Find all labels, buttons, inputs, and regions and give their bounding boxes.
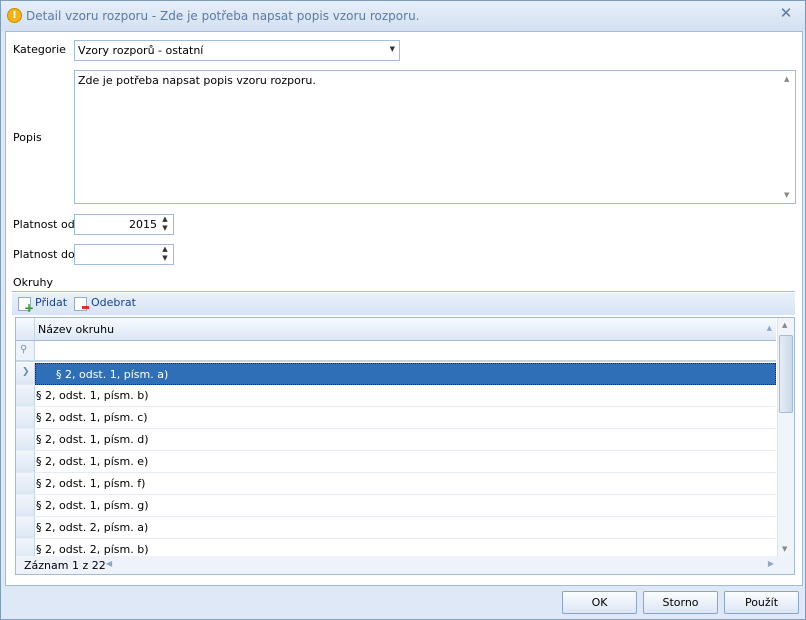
table-row[interactable]: § 2, odst. 1, písm. b) (16, 385, 776, 407)
scroll-right-icon[interactable]: ▶ (768, 559, 774, 568)
description-scrollbar[interactable]: ▲ ▼ (780, 71, 795, 203)
grid-rows: ❯ § 2, odst. 1, písm. a) § 2, odst. 1, pís… (16, 363, 776, 558)
warning-icon: ! (7, 8, 22, 23)
remove-label: Odebrat (91, 296, 136, 309)
category-label: Kategorie (13, 43, 66, 56)
spin-buttons[interactable]: ▲ ▼ (160, 215, 170, 234)
cancel-button[interactable]: Storno (643, 591, 718, 614)
filter-icon: ⚲ (20, 344, 28, 355)
apply-button[interactable]: Použít (724, 591, 799, 614)
row-label: § 2, odst. 1, písm. e) (36, 455, 149, 468)
row-label: § 2, odst. 1, písm. d) (36, 433, 149, 446)
row-label: § 2, odst. 1, písm. b) (36, 389, 149, 402)
category-select[interactable]: Vzory rozporů - ostatní ▼ (74, 40, 400, 61)
header-indicator (16, 318, 35, 340)
grid-header: Název okruhu ▲ (16, 318, 776, 341)
areas-label: Okruhy (13, 276, 54, 289)
filter-row[interactable]: ⚲ (16, 341, 776, 362)
add-button[interactable]: Přidat (18, 296, 68, 315)
scroll-up-icon[interactable]: ▲ (782, 321, 787, 329)
row-indicator[interactable] (16, 451, 35, 472)
row-label: § 2, odst. 1, písm. c) (36, 411, 148, 424)
remove-icon (74, 297, 89, 311)
table-row[interactable]: § 2, odst. 1, písm. d) (16, 429, 776, 451)
chevron-down-icon[interactable]: ▼ (390, 45, 395, 53)
title-bar[interactable]: ! Detail vzoru rozporu - Zde je potřeba … (1, 1, 805, 31)
description-textarea[interactable]: Zde je potřeba napsat popis vzoru rozpor… (74, 70, 796, 204)
table-row[interactable]: § 2, odst. 1, písm. c) (16, 407, 776, 429)
row-indicator[interactable] (16, 407, 35, 428)
areas-grid: Název okruhu ▲ ⚲ ❯ § 2, odst. 1, písm. a)… (15, 317, 795, 559)
scroll-down-icon[interactable]: ▼ (784, 191, 789, 199)
valid-to-spinner[interactable]: ▲ ▼ (74, 244, 174, 265)
description-label: Popis (13, 131, 42, 144)
grid-scrollbar[interactable]: ▲ ▼ (777, 318, 794, 556)
row-indicator[interactable] (16, 473, 35, 494)
scroll-thumb[interactable] (779, 335, 793, 413)
dialog-window: ! Detail vzoru rozporu - Zde je potřeba … (0, 0, 806, 620)
remove-button[interactable]: Odebrat (74, 296, 136, 312)
column-header[interactable]: Název okruhu (38, 323, 114, 336)
category-value: Vzory rozporů - ostatní (78, 44, 204, 57)
spin-buttons[interactable]: ▲ ▼ (160, 245, 170, 264)
table-row[interactable]: § 2, odst. 2, písm. a) (16, 517, 776, 539)
window-title: Detail vzoru rozporu - Zde je potřeba na… (26, 9, 420, 23)
row-indicator[interactable]: ❯ (16, 363, 35, 384)
valid-from-value: 2015 (129, 218, 157, 231)
close-button[interactable]: ✕ (774, 4, 798, 22)
dialog-footer: OK Storno Použít (5, 585, 801, 618)
current-row-icon: ❯ (22, 367, 30, 377)
grid-status-bar: Záznam 1 z 22 ◀ ▶ (15, 556, 795, 575)
record-status: Záznam 1 z 22 (24, 559, 106, 572)
filter-indicator: ⚲ (16, 341, 35, 360)
table-row[interactable]: § 2, odst. 1, písm. f) (16, 473, 776, 495)
scroll-down-icon[interactable]: ▼ (782, 545, 787, 553)
row-label: § 2, odst. 2, písm. a) (36, 521, 149, 534)
row-indicator[interactable] (16, 385, 35, 406)
grid-toolbar: Přidat Odebrat (12, 293, 795, 315)
valid-to-label: Platnost do (13, 248, 75, 261)
row-indicator[interactable] (16, 495, 35, 516)
row-indicator[interactable] (16, 429, 35, 450)
row-label: § 2, odst. 1, písm. g) (36, 499, 149, 512)
add-icon (18, 297, 34, 315)
table-row[interactable]: § 2, odst. 1, písm. g) (16, 495, 776, 517)
scroll-left-icon[interactable]: ◀ (106, 559, 112, 568)
table-row[interactable]: ❯ § 2, odst. 1, písm. a) (16, 363, 776, 385)
row-indicator[interactable] (16, 517, 35, 538)
valid-from-spinner[interactable]: 2015 ▲ ▼ (74, 214, 174, 235)
section-divider (12, 291, 795, 292)
ok-button[interactable]: OK (562, 591, 637, 614)
row-label: § 2, odst. 1, písm. f) (36, 477, 146, 490)
description-text: Zde je potřeba napsat popis vzoru rozpor… (78, 74, 316, 87)
table-row[interactable]: § 2, odst. 1, písm. e) (16, 451, 776, 473)
valid-from-label: Platnost od (13, 218, 75, 231)
add-label: Přidat (35, 296, 68, 309)
row-label: § 2, odst. 1, písm. a) (56, 368, 169, 381)
sort-ascending-icon: ▲ (766, 324, 772, 332)
row-cell[interactable]: § 2, odst. 1, písm. a) (35, 363, 776, 385)
form-panel: Kategorie Vzory rozporů - ostatní ▼ Popi… (5, 31, 803, 586)
scroll-up-icon[interactable]: ▲ (784, 75, 789, 83)
row-label: § 2, odst. 2, písm. b) (36, 543, 149, 556)
